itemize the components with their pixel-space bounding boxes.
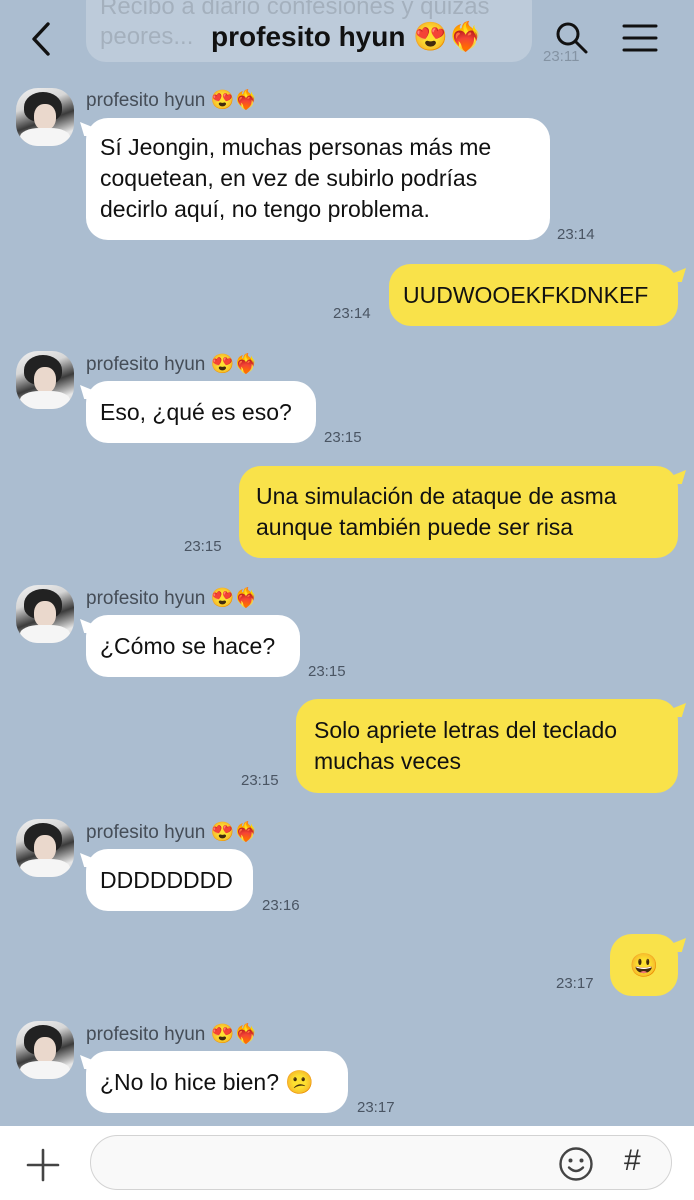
message-time: 23:17: [357, 1099, 395, 1116]
message-time: 23:16: [262, 897, 300, 914]
contact-avatar[interactable]: [16, 819, 74, 877]
sender-name: profesito hyun 😍❤️‍🔥: [86, 586, 258, 610]
message-bubble-outgoing[interactable]: Una simulación de ataque de asma aunque …: [239, 466, 678, 558]
chat-title-name: profesito hyun: [211, 21, 406, 52]
search-button[interactable]: [554, 20, 590, 56]
sender-name-emoji: 😍❤️‍🔥: [210, 588, 258, 609]
chat-title-emoji: 😍❤️‍🔥: [413, 21, 483, 52]
message-time: 23:14: [333, 305, 371, 322]
message-bubble-incoming[interactable]: DDDDDDDD: [86, 849, 253, 911]
hashtag-icon[interactable]: #: [624, 1144, 641, 1178]
contact-avatar[interactable]: [16, 585, 74, 643]
plus-icon: [26, 1148, 60, 1182]
message-bubble-outgoing[interactable]: Solo apriete letras del teclado muchas v…: [296, 699, 678, 793]
sender-name-emoji: 😍❤️‍🔥: [210, 354, 258, 375]
sender-name-text: profesito hyun: [86, 354, 206, 375]
message-bubble-outgoing[interactable]: 😃: [610, 934, 678, 996]
sender-name-emoji: 😍❤️‍🔥: [210, 1024, 258, 1045]
sender-name: profesito hyun 😍❤️‍🔥: [86, 352, 258, 376]
sender-name-text: profesito hyun: [86, 90, 206, 111]
chat-header: Recibo a diario confesiones y quizás peo…: [0, 0, 694, 78]
menu-button[interactable]: [622, 22, 658, 54]
message-time: 23:15: [241, 772, 279, 789]
search-icon: [556, 22, 588, 54]
emoji-button[interactable]: [558, 1146, 594, 1182]
emoji-icon: [559, 1147, 593, 1181]
message-bubble-incoming[interactable]: ¿No lo hice bien? 😕: [86, 1051, 348, 1113]
sender-name-text: profesito hyun: [86, 588, 206, 609]
sender-name: profesito hyun 😍❤️‍🔥: [86, 88, 258, 112]
message-time: 23:14: [557, 226, 595, 243]
sender-name-emoji: 😍❤️‍🔥: [210, 90, 258, 111]
message-input-bar: #: [0, 1126, 694, 1200]
sender-name-text: profesito hyun: [86, 1024, 206, 1045]
menu-icon: [622, 24, 658, 52]
sender-name: profesito hyun 😍❤️‍🔥: [86, 1022, 258, 1046]
sender-name-text: profesito hyun: [86, 822, 206, 843]
sender-name-emoji: 😍❤️‍🔥: [210, 822, 258, 843]
message-bubble-incoming[interactable]: ¿Cómo se hace?: [86, 615, 300, 677]
contact-avatar[interactable]: [16, 1021, 74, 1079]
message-time: 23:15: [184, 538, 222, 555]
message-bubble-outgoing[interactable]: UUDWOOEKFKDNKEF: [389, 264, 678, 326]
message-time: 23:17: [556, 975, 594, 992]
message-bubble-incoming[interactable]: Eso, ¿qué es eso?: [86, 381, 316, 443]
sender-name: profesito hyun 😍❤️‍🔥: [86, 820, 258, 844]
message-time: 23:15: [324, 429, 362, 446]
message-bubble-incoming[interactable]: Sí Jeongin, muchas personas más me coque…: [86, 118, 550, 240]
contact-avatar[interactable]: [16, 351, 74, 409]
attach-button[interactable]: [26, 1148, 60, 1182]
message-time: 23:15: [308, 663, 346, 680]
contact-avatar[interactable]: [16, 88, 74, 146]
